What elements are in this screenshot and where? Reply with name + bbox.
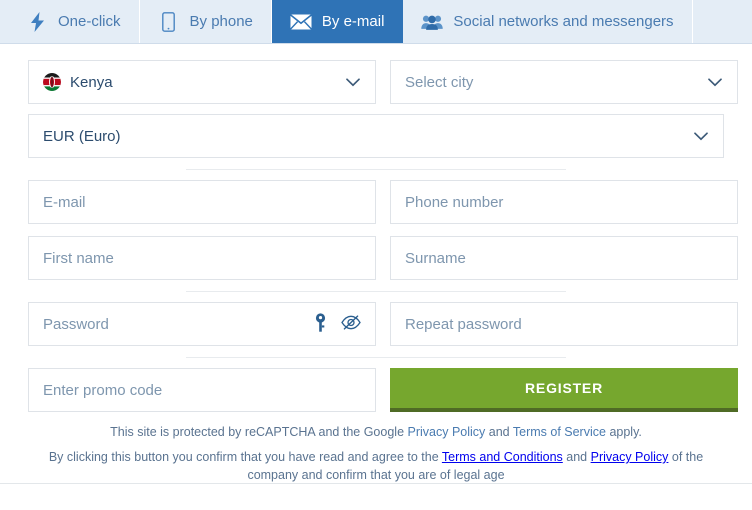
lightning-icon [26,11,48,33]
chevron-down-icon [693,128,709,144]
tab-social-networks[interactable]: Social networks and messengers [403,0,692,43]
promo-register-row: Enter promo code REGISTER [28,368,724,412]
kenya-flag-icon [43,73,61,91]
city-select[interactable]: Select city [390,60,738,104]
tab-by-phone[interactable]: By phone [140,0,272,43]
tab-by-phone-label: By phone [190,13,253,30]
tab-one-click[interactable]: One-click [0,0,140,43]
country-city-row: Kenya Select city [28,60,724,104]
phone-icon [158,11,180,33]
surname-placeholder: Surname [405,250,466,267]
divider-line [186,357,566,358]
tabbar-filler [693,0,752,43]
tab-by-email[interactable]: By e-mail [272,0,404,43]
chevron-down-icon [345,74,361,90]
section-divider-1 [28,158,724,180]
section-divider-2 [28,280,724,302]
promo-code-placeholder: Enter promo code [43,382,162,399]
tab-one-click-label: One-click [58,13,121,30]
divider-line [186,291,566,292]
country-select[interactable]: Kenya [28,60,376,104]
promo-code-field[interactable]: Enter promo code [28,368,376,412]
currency-select[interactable]: EUR (Euro) [28,114,724,158]
city-placeholder: Select city [405,74,473,91]
recaptcha-suffix: apply. [606,425,642,439]
register-button[interactable]: REGISTER [390,368,738,412]
recaptcha-notice: This site is protected by reCAPTCHA and … [28,424,724,441]
phone-number-field[interactable]: Phone number [390,180,738,224]
password-row: Password [28,302,724,346]
bottom-rule [0,483,752,484]
google-terms-of-service-link[interactable]: Terms of Service [513,425,606,439]
confirm-prefix: By clicking this button you confirm that… [49,450,442,464]
country-value: Kenya [70,74,113,91]
recaptcha-mid: and [485,425,513,439]
terms-and-conditions-link[interactable]: Terms and Conditions [442,450,563,464]
email-phone-row: E-mail Phone number [28,180,724,224]
registration-form: Kenya Select city EUR (Euro) [0,44,752,484]
people-icon [421,11,443,33]
recaptcha-prefix: This site is protected by reCAPTCHA and … [110,425,407,439]
key-icon[interactable] [314,313,327,336]
eye-slash-icon[interactable] [341,315,361,334]
section-divider-3 [28,346,724,368]
email-placeholder: E-mail [43,194,86,211]
phone-number-placeholder: Phone number [405,194,503,211]
name-row: First name Surname [28,236,724,280]
first-name-placeholder: First name [43,250,114,267]
email-field[interactable]: E-mail [28,180,376,224]
envelope-icon [290,11,312,33]
company-privacy-policy-link[interactable]: Privacy Policy [591,450,669,464]
first-name-field[interactable]: First name [28,236,376,280]
google-privacy-policy-link[interactable]: Privacy Policy [408,425,486,439]
terms-confirmation-notice: By clicking this button you confirm that… [28,448,724,484]
tab-social-networks-label: Social networks and messengers [453,13,673,30]
repeat-password-placeholder: Repeat password [405,316,522,333]
currency-row: EUR (Euro) [28,114,724,158]
password-field[interactable]: Password [28,302,376,346]
password-actions [314,313,361,336]
divider-line [186,169,566,170]
password-placeholder: Password [43,316,109,333]
repeat-password-field[interactable]: Repeat password [390,302,738,346]
chevron-down-icon [707,74,723,90]
registration-method-tabs: One-click By phone By e-mail [0,0,752,44]
currency-value: EUR (Euro) [43,128,121,145]
confirm-mid: and [563,450,591,464]
surname-field[interactable]: Surname [390,236,738,280]
tab-by-email-label: By e-mail [322,13,385,30]
